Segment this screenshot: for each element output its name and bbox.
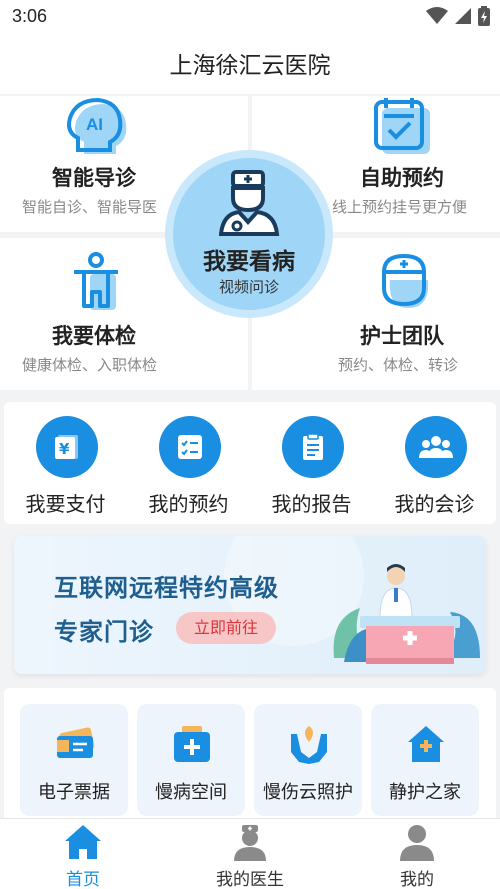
feature-title: 我要体检 [52,324,136,348]
quick-actions-card: ¥ 我要支付 我的预约 我的报告 我的会诊 [4,402,496,524]
e-ticket-icon [57,727,95,758]
title-bar: 上海徐汇云医院 [0,34,500,94]
quick-action-reports[interactable]: 我的报告 [250,402,373,524]
feature-title: 护士团队 [360,324,444,348]
home-icon [65,825,101,859]
yuan-payment-icon: ¥ [55,435,78,459]
banner-doctor-illustration [333,564,480,664]
quick-action-label: 我的会诊 [394,492,475,516]
quick-action-circle [159,416,221,478]
tab-label: 我的 [400,870,434,889]
wifi-icon [426,7,448,24]
quick-action-label: 我的预约 [148,492,229,516]
checklist-icon [178,435,202,459]
group-consult-icon [419,436,453,458]
banner-title-line2: 专家门诊 [54,618,154,646]
status-bar: 3:06 [0,0,500,34]
home-plus-icon [408,726,444,762]
service-wound-care[interactable]: 慢伤云照护 [254,704,362,816]
nurse-icon [382,253,429,308]
page-title: 上海徐汇云医院 [169,53,331,79]
status-time: 3:06 [12,6,48,26]
banner-title-line1: 互联网远程特约高级 [54,574,279,602]
service-label: 电子票据 [38,782,110,803]
feature-subtitle: 线上预约挂号更方便 [332,198,468,216]
feature-title: 智能导诊 [52,166,136,190]
doctor-icon [219,170,280,236]
svg-text:¥: ¥ [59,440,70,458]
calendar-check-icon [374,98,430,154]
see-doctor-title: 我要看病 [203,249,295,275]
tab-my-doctor[interactable]: 我的医生 [167,819,333,889]
service-label: 慢病空间 [155,782,227,803]
quick-action-consultations[interactable]: 我的会诊 [373,402,496,524]
quick-action-circle [282,416,344,478]
person-exam-icon [74,252,118,310]
quick-action-circle [405,416,467,478]
tab-home[interactable]: 首页 [0,819,166,889]
see-doctor-button[interactable]: 我要看病 视频问诊 [165,150,333,318]
quick-action-circle: ¥ [36,416,98,478]
status-icons [426,6,490,26]
user-icon [400,825,434,861]
services-section: 电子票据 慢病空间 慢伤云照护 静护之家 [4,688,496,818]
quick-action-label: 我要支付 [25,492,106,516]
feature-subtitle: 预约、体检、转诊 [338,356,459,374]
feature-subtitle: 健康体检、入职体检 [22,356,158,374]
svg-text:AI: AI [86,115,103,134]
report-clipboard-icon [303,433,323,460]
service-chronic-space[interactable]: 慢病空间 [137,704,245,816]
tab-mine[interactable]: 我的 [334,819,500,889]
tab-label: 我的医生 [216,870,284,889]
medical-kit-icon [174,726,210,762]
service-label: 慢伤云照护 [263,782,353,803]
care-hands-icon [291,726,327,764]
doctor-tab-icon [234,825,266,861]
battery-icon [478,6,490,26]
quick-action-label: 我的报告 [271,492,352,516]
see-doctor-subtitle: 视频问诊 [218,278,279,296]
service-quiet-care-home[interactable]: 静护之家 [371,704,479,816]
feature-title: 自助预约 [360,166,444,190]
service-e-ticket[interactable]: 电子票据 [20,704,128,816]
signal-icon [455,8,471,24]
expert-clinic-banner[interactable]: 互联网远程特约高级 专家门诊 立即前往 [14,536,486,674]
feature-subtitle: 智能自诊、智能导医 [22,198,158,216]
service-label: 静护之家 [389,782,461,803]
bottom-tab-bar: 首页 我的医生 我的 [0,818,500,889]
quick-action-appointments[interactable]: 我的预约 [127,402,250,524]
quick-action-pay[interactable]: ¥ 我要支付 [4,402,127,524]
ai-head-icon: AI [67,98,127,154]
tab-label: 首页 [66,870,100,889]
banner-go-button[interactable]: 立即前往 [176,612,276,644]
